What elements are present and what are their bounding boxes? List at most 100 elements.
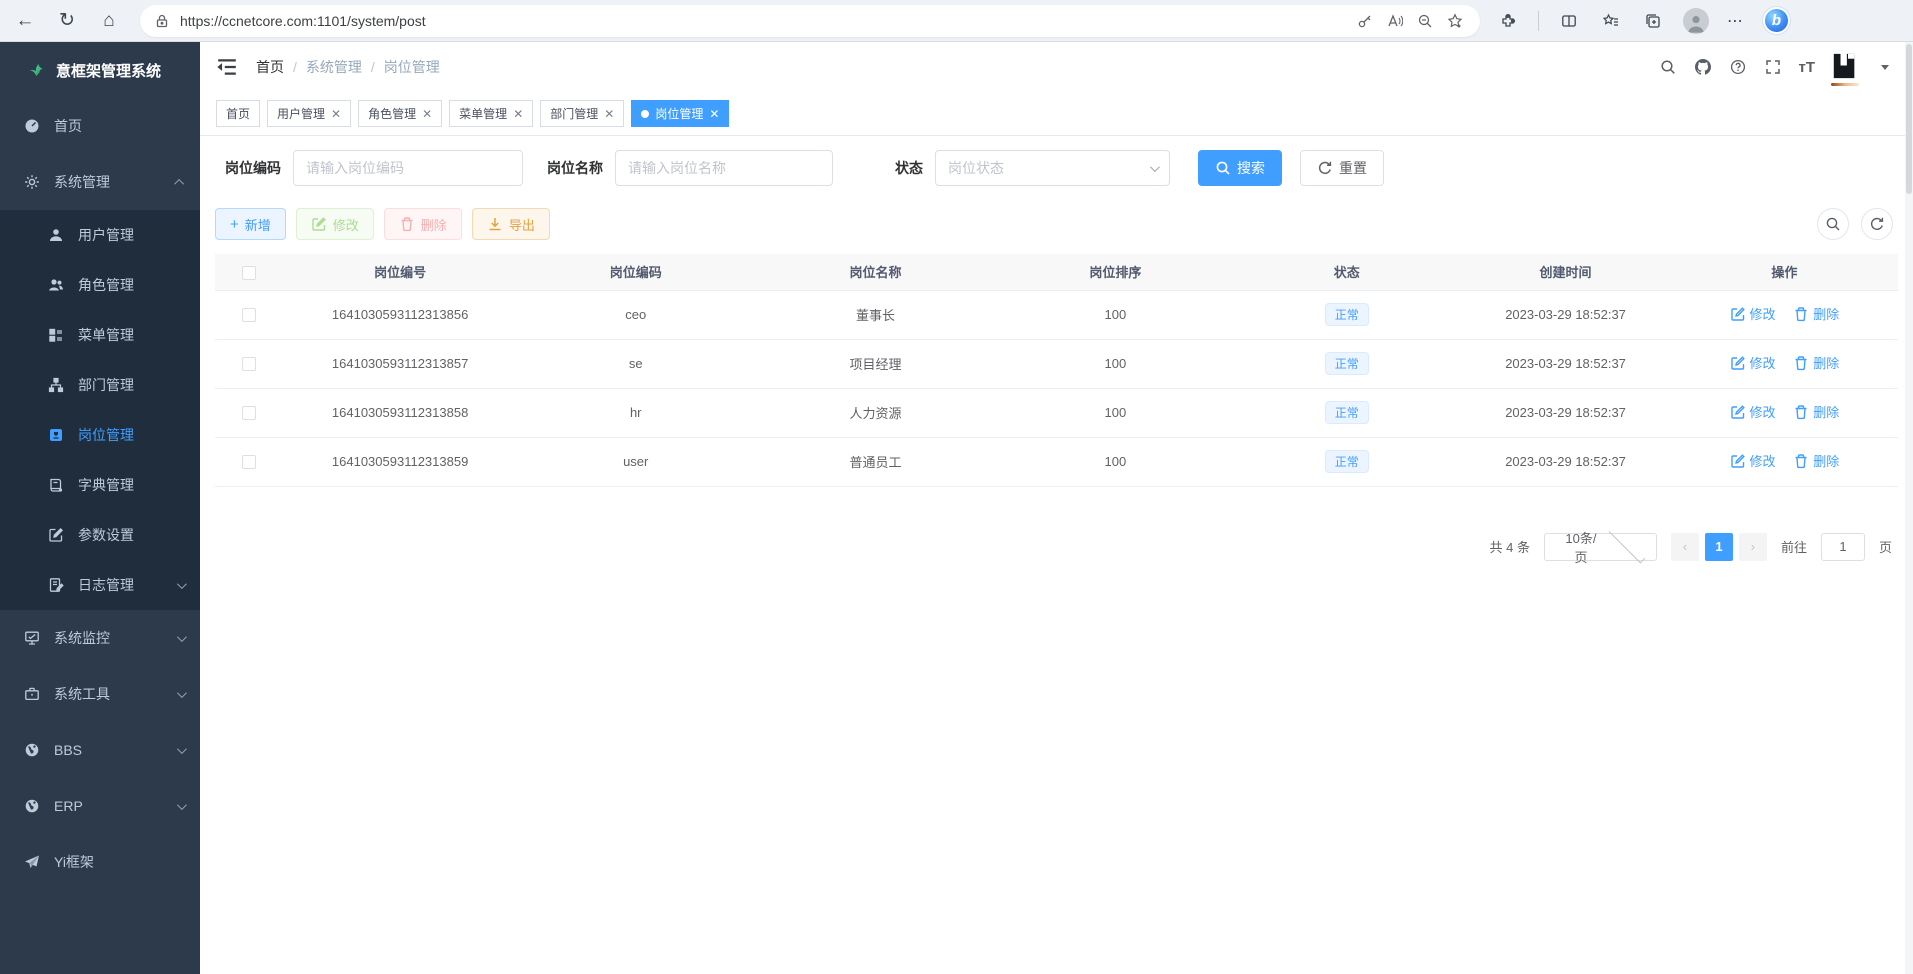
sidebar-item-bbs[interactable]: BBS (0, 722, 200, 778)
browser-profile-avatar[interactable] (1683, 8, 1709, 34)
page-1-button[interactable]: 1 (1705, 533, 1733, 561)
sidebar-item-log-management[interactable]: 日志管理 (0, 560, 200, 610)
search-button[interactable]: 搜索 (1198, 150, 1282, 186)
copilot-icon[interactable]: b (1763, 7, 1790, 34)
sidebar-item-system-tools[interactable]: 系统工具 (0, 666, 200, 722)
sidebar-item-dict-management[interactable]: 字典管理 (0, 460, 200, 510)
sidebar-item-erp[interactable]: ERP (0, 778, 200, 834)
goto-label: 前往 (1781, 537, 1807, 556)
row-delete-link[interactable]: 删除 (1793, 451, 1839, 470)
prev-page-button[interactable]: ‹ (1671, 533, 1699, 561)
extensions-icon[interactable] (1496, 9, 1520, 33)
zoom-out-icon[interactable] (1410, 7, 1440, 35)
chevron-down-icon (1608, 527, 1645, 564)
edit-icon (1730, 404, 1746, 420)
breadcrumb-system[interactable]: 系统管理 (306, 57, 362, 77)
browser-back-button[interactable]: ← (8, 4, 42, 38)
sidebar-menu: 首页 系统管理 用户管理 角色管理 菜单管理 (0, 98, 200, 890)
sidebar-item-user-management[interactable]: 用户管理 (0, 210, 200, 260)
chevron-down-icon (177, 744, 187, 754)
edit-icon (1730, 453, 1746, 469)
paper-plane-icon (24, 854, 40, 870)
tab-menu-management[interactable]: 菜单管理✕ (449, 100, 533, 127)
password-key-icon[interactable] (1350, 7, 1380, 35)
sidebar-collapse-icon[interactable] (216, 56, 238, 78)
row-delete-link[interactable]: 删除 (1793, 402, 1839, 421)
sidebar-item-role-management[interactable]: 角色管理 (0, 260, 200, 310)
table-search-toggle-icon[interactable] (1817, 208, 1849, 240)
sidebar-item-menu-management[interactable]: 菜单管理 (0, 310, 200, 360)
app-logo[interactable]: 意框架管理系统 (0, 42, 200, 98)
row-edit-link[interactable]: 修改 (1730, 451, 1776, 470)
tab-home[interactable]: 首页 (216, 100, 260, 127)
sidebar-submenu-system: 用户管理 角色管理 菜单管理 部门管理 岗位管理 (0, 210, 200, 610)
row-edit-link[interactable]: 修改 (1730, 304, 1776, 323)
browser-refresh-button[interactable]: ↻ (50, 4, 84, 38)
github-icon[interactable] (1693, 57, 1713, 77)
edit-square-icon (48, 527, 64, 543)
favorites-list-icon[interactable] (1599, 9, 1623, 33)
status-select[interactable]: 岗位状态 (935, 150, 1170, 186)
sidebar-item-param-settings[interactable]: 参数设置 (0, 510, 200, 560)
font-size-icon[interactable]: тT (1798, 59, 1815, 76)
table-refresh-icon[interactable] (1861, 208, 1893, 240)
leaf-logo-icon (28, 62, 44, 78)
sidebar-item-system-monitor[interactable]: 系统监控 (0, 610, 200, 666)
tab-dept-management[interactable]: 部门管理✕ (540, 100, 624, 127)
url-text[interactable]: https://ccnetcore.com:1101/system/post (180, 13, 1350, 29)
delete-button[interactable]: 删除 (384, 208, 462, 240)
search-icon[interactable] (1658, 57, 1678, 77)
browser-home-button[interactable]: ⌂ (92, 4, 126, 38)
collections-icon[interactable] (1641, 9, 1665, 33)
split-screen-icon[interactable] (1557, 9, 1581, 33)
col-post-code: 岗位编码 (518, 254, 754, 290)
address-bar[interactable]: https://ccnetcore.com:1101/system/post (140, 5, 1480, 37)
row-delete-link[interactable]: 删除 (1793, 304, 1839, 323)
sidebar-item-yi-framework[interactable]: Yi框架 (0, 834, 200, 890)
chevron-down-icon (177, 800, 187, 810)
row-checkbox[interactable] (242, 357, 256, 371)
goto-page-input[interactable] (1821, 533, 1865, 561)
help-icon[interactable] (1728, 57, 1748, 77)
read-aloud-icon[interactable] (1380, 7, 1410, 35)
tab-bar: 首页 用户管理✕ 角色管理✕ 菜单管理✕ 部门管理✕ 岗位管理✕ (200, 92, 1913, 136)
close-icon[interactable]: ✕ (331, 107, 341, 121)
post-name-input[interactable] (615, 150, 833, 186)
row-checkbox[interactable] (242, 455, 256, 469)
fullscreen-icon[interactable] (1763, 57, 1783, 77)
row-edit-link[interactable]: 修改 (1730, 353, 1776, 372)
row-delete-link[interactable]: 删除 (1793, 353, 1839, 372)
sidebar-item-home[interactable]: 首页 (0, 98, 200, 154)
sidebar-item-system-management[interactable]: 系统管理 (0, 154, 200, 210)
next-page-button[interactable]: › (1739, 533, 1767, 561)
row-checkbox[interactable] (242, 308, 256, 322)
tab-post-management[interactable]: 岗位管理✕ (631, 100, 729, 127)
tab-role-management[interactable]: 角色管理✕ (358, 100, 442, 127)
scrollbar-thumb[interactable] (1906, 44, 1912, 194)
main-area: 首页 / 系统管理 / 岗位管理 тT 首页 用户管理✕ (200, 42, 1913, 974)
table-settings (1817, 208, 1893, 240)
sidebar-item-dept-management[interactable]: 部门管理 (0, 360, 200, 410)
post-code-input[interactable] (293, 150, 523, 186)
close-icon[interactable]: ✕ (422, 107, 432, 121)
row-edit-link[interactable]: 修改 (1730, 402, 1776, 421)
row-checkbox[interactable] (242, 406, 256, 420)
edit-button[interactable]: 修改 (296, 208, 374, 240)
close-icon[interactable]: ✕ (604, 107, 614, 121)
favorite-star-icon[interactable] (1440, 7, 1470, 35)
tab-user-management[interactable]: 用户管理✕ (267, 100, 351, 127)
avatar-dropdown-caret[interactable] (1881, 65, 1889, 70)
user-avatar[interactable] (1830, 52, 1862, 82)
reset-button[interactable]: 重置 (1300, 150, 1384, 186)
page-scrollbar[interactable] (1905, 42, 1913, 974)
gear-icon (24, 174, 40, 190)
close-icon[interactable]: ✕ (513, 107, 523, 121)
export-button[interactable]: 导出 (472, 208, 550, 240)
breadcrumb-home[interactable]: 首页 (256, 57, 284, 77)
select-all-checkbox[interactable] (242, 266, 256, 280)
close-icon[interactable]: ✕ (709, 107, 719, 121)
page-size-select[interactable]: 10条/页 (1544, 533, 1657, 561)
add-button[interactable]: +新增 (215, 208, 286, 240)
sidebar-item-post-management[interactable]: 岗位管理 (0, 410, 200, 460)
browser-menu-icon[interactable]: ⋯ (1727, 11, 1745, 31)
